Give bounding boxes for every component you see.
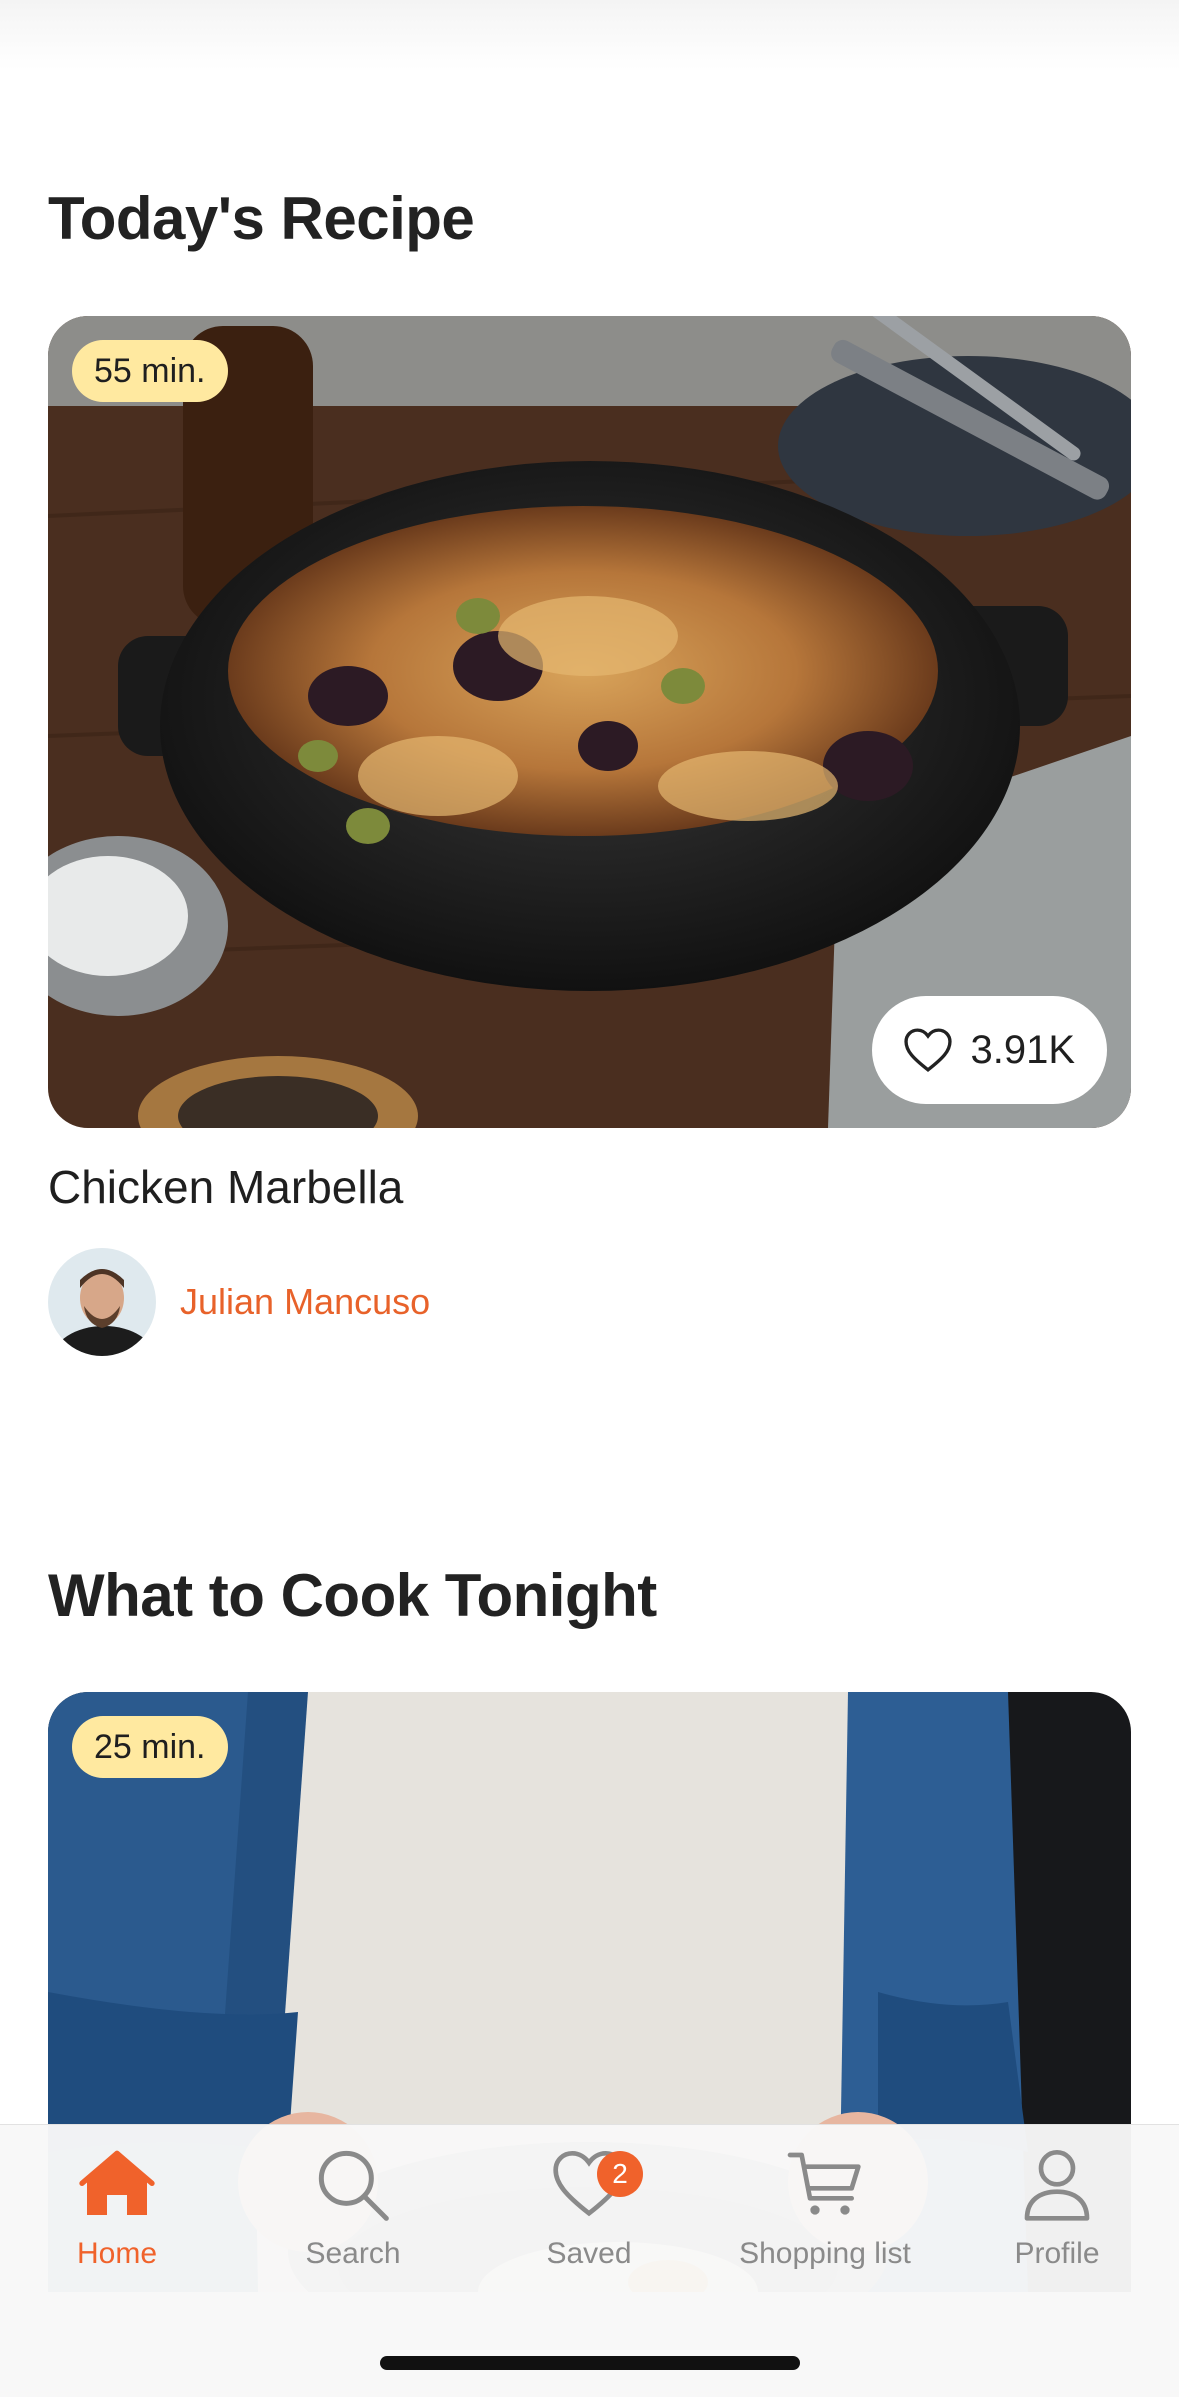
like-count: 3.91K	[970, 1027, 1075, 1072]
cart-icon	[787, 2152, 861, 2215]
tab-label: Shopping list	[739, 2237, 911, 2270]
tab-label: Search	[305, 2237, 401, 2270]
section-title-what-to-cook-tonight: What to Cook Tonight	[48, 1562, 657, 1629]
status-bar-area	[0, 0, 1179, 70]
home-icon	[79, 2150, 155, 2215]
heart-icon	[904, 1028, 953, 1072]
tab-label: Home	[76, 2237, 158, 2270]
search-icon	[318, 2150, 389, 2221]
home-indicator	[380, 2356, 800, 2370]
tab-shopping-list[interactable]: Shopping list	[725, 2145, 925, 2271]
tab-profile[interactable]: Profile	[957, 2145, 1157, 2271]
tab-label: Saved	[546, 2237, 632, 2270]
cook-time-badge: 25 min.	[72, 1716, 228, 1778]
saved-count-badge: 2	[597, 2151, 643, 2197]
recipe-name[interactable]: Chicken Marbella	[48, 1160, 403, 1214]
cook-time-badge: 55 min.	[72, 340, 228, 402]
like-button[interactable]: 3.91K	[872, 996, 1107, 1104]
author-name[interactable]: Julian Mancuso	[180, 1281, 430, 1323]
todays-recipe-image[interactable]: 55 min. 3.91K	[48, 316, 1131, 1128]
author-avatar[interactable]	[48, 1248, 156, 1356]
tab-saved[interactable]: 2 Saved	[489, 2145, 689, 2271]
person-icon	[1024, 2149, 1090, 2221]
tab-label: Profile	[1014, 2237, 1100, 2270]
tab-home[interactable]: Home	[17, 2145, 217, 2271]
author-row[interactable]: Julian Mancuso	[48, 1248, 430, 1356]
tab-search[interactable]: Search	[253, 2145, 453, 2271]
section-title-todays-recipe: Today's Recipe	[48, 185, 475, 252]
